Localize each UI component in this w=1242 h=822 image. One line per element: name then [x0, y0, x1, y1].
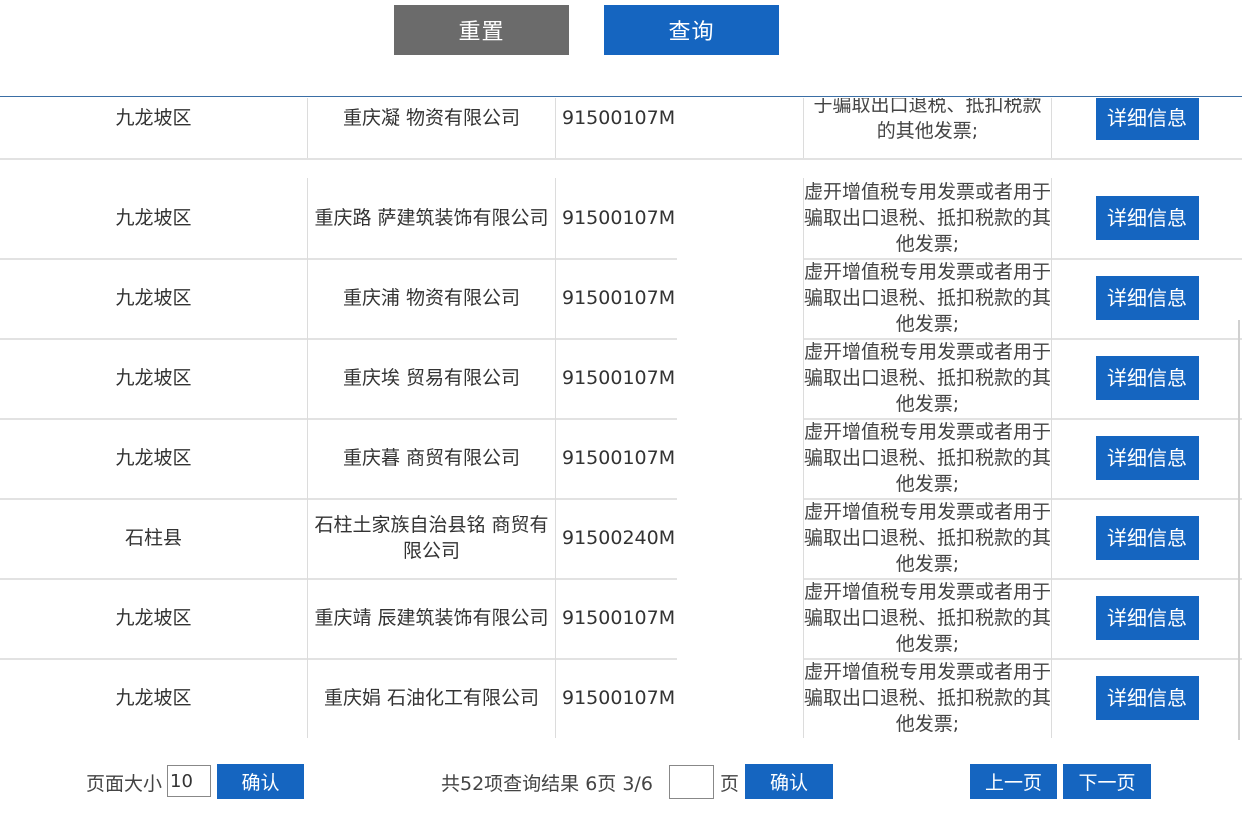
pagination-bar: 页面大小 10 确认 共52项查询结果 6页 3/6 页 确认 上一页 下一页	[0, 764, 1242, 800]
reason-cell: 虚开增值税专用发票或者用于骗取出口退税、抵扣税款的其他发票;	[803, 258, 1052, 338]
table-row: 九龙坡区 重庆埃 贸易有限公司 91500107M 虚开增值税专用发票或者用于骗…	[0, 338, 1242, 420]
detail-button[interactable]: 详细信息	[1095, 436, 1199, 480]
reason-cell: 于骗取出口退税、抵扣税款 的其他发票;	[803, 98, 1052, 158]
credit-code-cell: 91500107M	[562, 367, 676, 389]
table-row: 九龙坡区 重庆靖 辰建筑装饰有限公司 91500107M 虚开增值税专用发票或者…	[0, 578, 1242, 660]
company-cell: 重庆路 萨建筑装饰有限公司	[307, 178, 556, 258]
company-cell: 重庆暮 商贸有限公司	[307, 418, 556, 498]
scrollbar-track[interactable]	[1238, 320, 1240, 740]
company-cell: 重庆娟 石油化工有限公司	[307, 658, 556, 738]
table-row: 石柱县 石柱土家族自治县铭 商贸有限公司 91500240M 虚开增值税专用发票…	[0, 498, 1242, 580]
prev-page-button[interactable]: 上一页	[970, 764, 1057, 799]
reason-cell: 虚开增值税专用发票或者用于骗取出口退税、抵扣税款的其他发票;	[803, 498, 1052, 578]
blank-cell	[677, 578, 803, 658]
goto-confirm-button[interactable]: 确认	[745, 764, 833, 799]
table-row: 九龙坡区 重庆浦 物资有限公司 91500107M 虚开增值税专用发票或者用于骗…	[0, 258, 1242, 340]
company-cell: 重庆凝 物资有限公司	[307, 98, 556, 158]
page-size-confirm-button[interactable]: 确认	[217, 764, 304, 799]
action-cell: 详细信息	[1052, 578, 1242, 658]
credit-code-cell: 91500107M	[562, 607, 676, 629]
detail-button[interactable]: 详细信息	[1095, 276, 1199, 320]
detail-button[interactable]: 详细信息	[1095, 596, 1199, 640]
region-cell: 九龙坡区	[115, 447, 192, 469]
table-row: 九龙坡区 重庆暮 商贸有限公司 91500107M 虚开增值税专用发票或者用于骗…	[0, 418, 1242, 500]
reason-cell: 虚开增值税专用发票或者用于骗取出口退税、抵扣税款的其他发票;	[803, 178, 1052, 258]
region-cell: 九龙坡区	[115, 367, 192, 389]
reason-cell: 虚开增值税专用发票或者用于骗取出口退税、抵扣税款的其他发票;	[803, 338, 1052, 418]
credit-code-cell: 91500107M	[562, 687, 676, 709]
credit-code-cell: 91500107M	[562, 107, 676, 129]
table-row: 九龙坡区 重庆路 萨建筑装饰有限公司 91500107M 虚开增值税专用发票或者…	[0, 178, 1242, 260]
query-button[interactable]: 查询	[604, 5, 779, 55]
table-row: 九龙坡区 重庆娟 石油化工有限公司 91500107M 虚开增值税专用发票或者用…	[0, 658, 1242, 738]
region-cell: 九龙坡区	[115, 687, 192, 709]
results-table: 九龙坡区 重庆凝 物资有限公司 91500107M 于骗取出口退税、抵扣税款 的…	[0, 98, 1242, 738]
reason-cell: 虚开增值税专用发票或者用于骗取出口退税、抵扣税款的其他发票;	[803, 658, 1052, 738]
region-cell: 九龙坡区	[115, 287, 192, 309]
company-cell: 重庆埃 贸易有限公司	[307, 338, 556, 418]
detail-button[interactable]: 详细信息	[1095, 356, 1199, 400]
credit-code-cell: 91500240M	[562, 527, 676, 549]
detail-button[interactable]: 详细信息	[1095, 516, 1199, 560]
result-summary: 共52项查询结果 6页 3/6	[441, 772, 653, 795]
blank-cell	[677, 498, 803, 578]
blank-cell	[677, 338, 803, 418]
table-row: 九龙坡区 重庆凝 物资有限公司 91500107M 于骗取出口退税、抵扣税款 的…	[0, 98, 1242, 160]
action-cell: 详细信息	[1052, 258, 1242, 338]
company-cell: 石柱土家族自治县铭 商贸有限公司	[307, 498, 556, 578]
credit-code-cell: 91500107M	[562, 447, 676, 469]
credit-code-cell: 91500107M	[562, 287, 676, 309]
region-cell: 九龙坡区	[115, 107, 192, 129]
detail-button[interactable]: 详细信息	[1095, 676, 1199, 720]
reset-button[interactable]: 重置	[394, 5, 569, 55]
action-cell: 详细信息	[1052, 338, 1242, 418]
blank-cell	[677, 98, 803, 158]
header-divider	[0, 96, 1242, 97]
reason-cell: 虚开增值税专用发票或者用于骗取出口退税、抵扣税款的其他发票;	[803, 418, 1052, 498]
detail-button[interactable]: 详细信息	[1095, 196, 1199, 240]
page-size-label: 页面大小	[86, 772, 163, 795]
region-cell: 九龙坡区	[115, 607, 192, 629]
page-size-input[interactable]: 10	[167, 765, 211, 797]
reason-cell: 虚开增值税专用发票或者用于骗取出口退税、抵扣税款的其他发票;	[803, 578, 1052, 658]
region-cell: 石柱县	[124, 527, 182, 549]
credit-code-cell: 91500107M	[562, 207, 676, 229]
blank-cell	[677, 418, 803, 498]
company-cell: 重庆靖 辰建筑装饰有限公司	[307, 578, 556, 658]
page-unit-label: 页	[720, 772, 740, 795]
blank-cell	[677, 178, 803, 258]
action-cell: 详细信息	[1052, 498, 1242, 578]
next-page-button[interactable]: 下一页	[1063, 764, 1151, 799]
region-cell: 九龙坡区	[115, 207, 192, 229]
action-cell: 详细信息	[1052, 178, 1242, 258]
blank-cell	[677, 658, 803, 738]
action-cell: 详细信息	[1052, 98, 1242, 158]
action-cell: 详细信息	[1052, 418, 1242, 498]
goto-page-input[interactable]	[669, 765, 714, 799]
company-cell: 重庆浦 物资有限公司	[307, 258, 556, 338]
action-cell: 详细信息	[1052, 658, 1242, 738]
blank-cell	[677, 258, 803, 338]
detail-button[interactable]: 详细信息	[1095, 98, 1199, 140]
